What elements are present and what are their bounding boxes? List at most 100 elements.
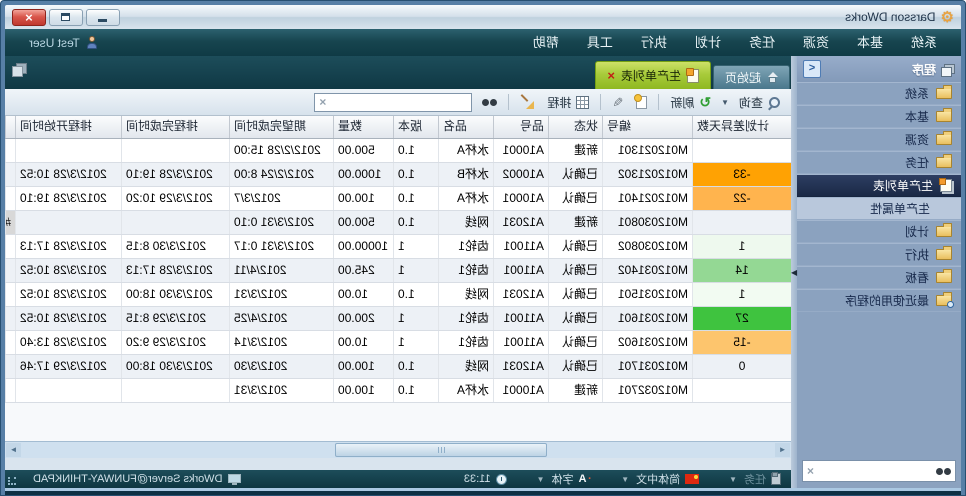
page-icon — [687, 69, 699, 83]
horizontal-scrollbar[interactable]: ◄ ► — [5, 441, 791, 458]
column-header-diff[interactable]: 计划差异天数 — [692, 116, 791, 138]
close-button[interactable]: × — [12, 9, 46, 26]
cell-qty: 1000.00 — [333, 163, 393, 186]
menu-help[interactable]: 帮助 — [519, 29, 573, 56]
column-header-end[interactable]: 排程完成时间 — [121, 116, 229, 138]
sidebar-item-recent-programs[interactable]: 最近使用的程序 — [797, 289, 961, 312]
scroll-right-icon[interactable]: ► — [6, 443, 21, 457]
cell-code: M012031501 — [602, 283, 692, 306]
cell-end — [121, 211, 229, 234]
table-row[interactable]: -22M012021401已确认A10001水杯A1.0100.002012/3… — [5, 187, 791, 211]
table-row[interactable]: 27M012031601已确认A11001齿轮11200.002012/4/25… — [5, 307, 791, 331]
find-button[interactable] — [477, 96, 502, 109]
folder-icon — [936, 157, 952, 168]
tab-start-page[interactable]: 起始页 — [713, 65, 790, 89]
menu-plan[interactable]: 计划 — [681, 29, 735, 56]
cell-edge — [5, 331, 15, 354]
menu-execute[interactable]: 执行 — [627, 29, 681, 56]
table-row[interactable]: -15M012031602已确认A11001齿轮1110.002012/3/14… — [5, 331, 791, 355]
status-task-group[interactable]: 任务 ▼ — [727, 471, 781, 487]
column-header-status[interactable]: 状态 — [548, 116, 602, 138]
toolbar: 查询 ▼ ↻ 刷新 ✎ 排程 — [5, 89, 791, 116]
table-row[interactable]: 1M012030802已确认A11001齿轮1110000.002012/3/3… — [5, 235, 791, 259]
table-row[interactable]: 1M012031501已确认A12031网线1.010.002012/3/312… — [5, 283, 791, 307]
toolbar-search-input[interactable] — [329, 94, 467, 110]
menu-tools[interactable]: 工具 — [573, 29, 627, 56]
clear-search-icon[interactable]: × — [807, 465, 814, 477]
cell-start: 2012/3/28 10:52 — [15, 283, 121, 306]
column-header-edge[interactable] — [5, 116, 15, 138]
status-font-group[interactable]: A 字体 ▼ — [535, 471, 592, 487]
menu-system[interactable]: 系统 — [897, 29, 951, 56]
resize-grip[interactable] — [8, 477, 16, 485]
table-row[interactable]: M012030801新建A12031网线1.0500.002012/3/31 0… — [5, 211, 791, 235]
cell-qty: 10.00 — [333, 331, 393, 354]
column-header-due[interactable]: 期望完成时间 — [229, 116, 333, 138]
menu-resource[interactable]: 资源 — [789, 29, 843, 56]
sidebar-item-resource[interactable]: 资源 — [797, 128, 961, 151]
scroll-left-icon[interactable]: ◄ — [775, 443, 790, 457]
column-header-start[interactable]: 排程开始时间 — [15, 116, 121, 138]
cell-edge — [5, 187, 15, 210]
menu-basic[interactable]: 基本 — [843, 29, 897, 56]
dropdown-icon: ▼ — [535, 475, 547, 484]
clear-search-icon[interactable]: × — [319, 96, 326, 108]
cell-ver: 1.0 — [393, 163, 438, 186]
sidebar-title: 程序 — [912, 61, 936, 78]
new-button[interactable] — [631, 94, 652, 111]
cell-qty: 10000.00 — [333, 235, 393, 258]
column-header-code[interactable]: 编号 — [602, 116, 692, 138]
status-time-group[interactable]: 11:33 — [464, 473, 507, 485]
cell-due: 2012/3/7 — [229, 187, 333, 210]
sidebar-item-kanban[interactable]: 看板 — [797, 266, 961, 289]
table-row[interactable]: 0M012031701已确认A12031网线1.0100.002012/3/30… — [5, 355, 791, 379]
column-header-qty[interactable]: 数量 — [333, 116, 393, 138]
column-header-item[interactable]: 品号 — [493, 116, 548, 138]
user-name: Test User — [29, 36, 80, 50]
sidebar-item-basic[interactable]: 基本 — [797, 105, 961, 128]
cell-qty: 100.00 — [333, 379, 393, 402]
minimize-button[interactable] — [86, 9, 120, 26]
cell-due: 2012/4/25 — [229, 307, 333, 330]
refresh-button[interactable]: ↻ 刷新 — [665, 92, 716, 113]
column-header-ver[interactable]: 版本 — [393, 116, 438, 138]
menu-bar: 系统 基本 资源 任务 计划 执行 工具 帮助 Test User — [5, 29, 961, 56]
title-bar[interactable]: ⚙ Darsson DWorks × — [5, 5, 961, 29]
user-area[interactable]: Test User — [15, 36, 98, 50]
sidebar-item-system[interactable]: 系统 — [797, 82, 961, 105]
edit-button[interactable]: ✎ — [607, 94, 628, 111]
table-row[interactable]: M012032701新建A10001水杯A1.0100.002012/3/31 — [5, 379, 791, 403]
schedule-button[interactable]: 排程 — [542, 92, 594, 113]
cell-ver: 1 — [393, 235, 438, 258]
maximize-button[interactable] — [49, 9, 83, 26]
sidebar-item-production-order-properties[interactable]: 生产单属性 — [797, 197, 961, 220]
table-row[interactable]: M012021301新建A10001水杯A1.0500.002012/2/28 … — [5, 139, 791, 163]
maximize-icon — [62, 13, 71, 21]
clear-button[interactable] — [515, 93, 539, 111]
tab-production-order-list[interactable]: 生产单列表 × — [595, 61, 711, 89]
table-row[interactable]: 14M012031402已确认A11001齿轮11245.002012/4/11… — [5, 259, 791, 283]
sidebar-item-execute[interactable]: 执行 — [797, 243, 961, 266]
menu-task[interactable]: 任务 — [735, 29, 789, 56]
cell-diff: -33 — [692, 163, 791, 186]
grid-header: 计划差异天数编号状态品号品名版本数量期望完成时间排程完成时间排程开始时间 — [5, 116, 791, 139]
table-row[interactable]: -33M012021302已确认A10002水杯B1.01000.002012/… — [5, 163, 791, 187]
splitter-arrow-icon[interactable]: ▶ — [791, 268, 797, 277]
tab-close-icon[interactable]: × — [607, 69, 615, 82]
sidebar-search-input[interactable] — [818, 463, 932, 479]
cell-qty: 245.00 — [333, 259, 393, 282]
column-header-name[interactable]: 品名 — [438, 116, 493, 138]
query-button[interactable]: 查询 — [734, 92, 786, 113]
status-language-group[interactable]: 简体中文 ▼ — [619, 471, 699, 487]
sidebar-splitter[interactable]: ▶ — [791, 56, 797, 488]
scrollbar-thumb[interactable] — [335, 443, 547, 457]
cell-status: 新建 — [548, 211, 602, 234]
query-dropdown-icon[interactable]: ▼ — [719, 98, 731, 107]
cell-item: A12031 — [493, 283, 548, 306]
sidebar-collapse-button[interactable]: < — [803, 60, 821, 78]
sidebar-item-task[interactable]: 任务 — [797, 151, 961, 174]
binoculars-icon[interactable] — [936, 467, 951, 476]
sidebar-item-production-order-list[interactable]: 生产单列表 — [797, 174, 961, 197]
sidebar-item-plan[interactable]: 计划 — [797, 220, 961, 243]
pin-windows-icon[interactable] — [12, 63, 27, 76]
